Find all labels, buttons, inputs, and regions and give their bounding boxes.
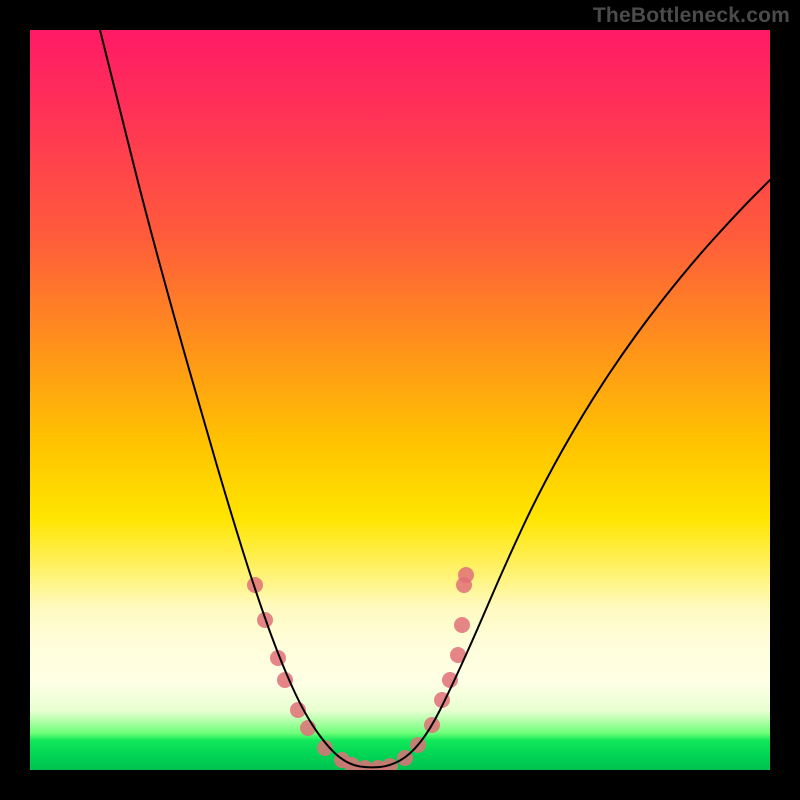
curve-svg [30,30,770,770]
marker-dots-group [247,567,474,770]
marker-dot [442,672,458,688]
marker-dot [458,567,474,583]
marker-dot [454,617,470,633]
watermark-text: TheBottleneck.com [593,4,790,28]
chart-frame: TheBottleneck.com [0,0,800,800]
plot-area [30,30,770,770]
bottleneck-curve [100,30,770,767]
